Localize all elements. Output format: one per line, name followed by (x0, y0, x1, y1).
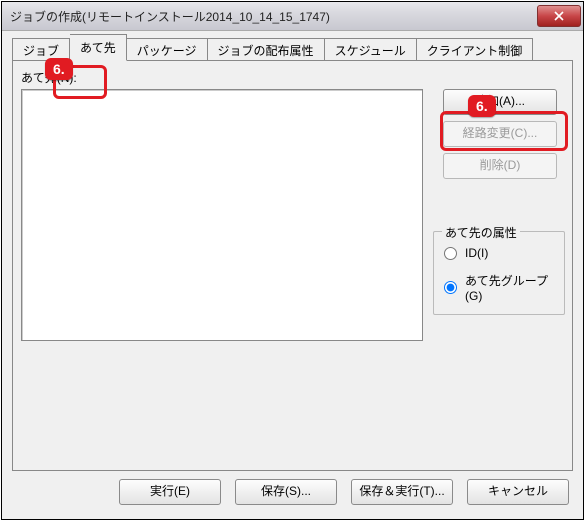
button-label: 経路変更(C)... (463, 126, 538, 140)
radio-group[interactable]: あて先グループ(G) (444, 272, 564, 303)
delete-button[interactable]: 削除(D) (443, 153, 557, 179)
bottom-button-row: 実行(E) 保存(S)... 保存＆実行(T)... キャンセル (2, 479, 583, 509)
route-change-button[interactable]: 経路変更(C)... (443, 121, 557, 147)
tab-label: ジョブ (23, 44, 59, 58)
tab-distribution[interactable]: ジョブの配布属性 (208, 38, 325, 62)
tabstrip: ジョブ あて先 パッケージ ジョブの配布属性 スケジュール クライアント制御 (12, 39, 573, 61)
side-button-column: 追加(A)... 経路変更(C)... 削除(D) (443, 89, 561, 185)
tab-client-control[interactable]: クライアント制御 (417, 38, 534, 62)
window-close-button[interactable] (537, 5, 581, 27)
tab-package[interactable]: パッケージ (127, 38, 208, 62)
save-execute-button[interactable]: 保存＆実行(T)... (351, 479, 453, 505)
cancel-button[interactable]: キャンセル (467, 479, 569, 505)
tab-destination[interactable]: あて先 (70, 34, 127, 61)
radio-label: ID(I) (465, 246, 488, 260)
window-title: ジョブの作成(リモートインストール2014_10_14_15_1747) (10, 8, 537, 25)
titlebar: ジョブの作成(リモートインストール2014_10_14_15_1747) (2, 2, 583, 31)
tab-label: クライアント制御 (427, 44, 523, 58)
tab-label: あて先 (80, 41, 116, 55)
tab-label: パッケージ (137, 44, 197, 58)
tab-panel: あて先(N): 追加(A)... 経路変更(C)... 削除(D) あて先の属性… (12, 60, 573, 471)
groupbox-title: あて先の属性 (442, 224, 520, 241)
save-button[interactable]: 保存(S)... (235, 479, 337, 505)
client-area: ジョブ あて先 パッケージ ジョブの配布属性 スケジュール クライアント制御 あ… (2, 31, 583, 519)
button-label: 実行(E) (150, 484, 190, 498)
radio-id-input[interactable] (444, 247, 457, 260)
radio-group-input[interactable] (444, 281, 457, 294)
destination-attribute-group: あて先の属性 ID(I) あて先グループ(G) (433, 231, 565, 315)
button-label: 保存(S)... (261, 484, 311, 498)
dialog-window: ジョブの作成(リモートインストール2014_10_14_15_1747) ジョブ… (1, 1, 584, 520)
tab-schedule[interactable]: スケジュール (325, 38, 417, 62)
button-label: 削除(D) (480, 158, 521, 172)
annotation-badge-1: 6. (45, 58, 73, 80)
destination-listbox[interactable] (21, 89, 423, 341)
close-icon (554, 11, 564, 21)
tab-label: スケジュール (335, 44, 406, 58)
radio-id[interactable]: ID(I) (444, 246, 488, 260)
radio-label: あて先グループ(G) (465, 272, 564, 303)
tab-label: ジョブの配布属性 (218, 44, 314, 58)
annotation-badge-2: 6. (468, 95, 496, 117)
add-button[interactable]: 追加(A)... (443, 89, 557, 115)
execute-button[interactable]: 実行(E) (119, 479, 221, 505)
button-label: 保存＆実行(T)... (359, 484, 444, 498)
button-label: キャンセル (488, 484, 548, 498)
